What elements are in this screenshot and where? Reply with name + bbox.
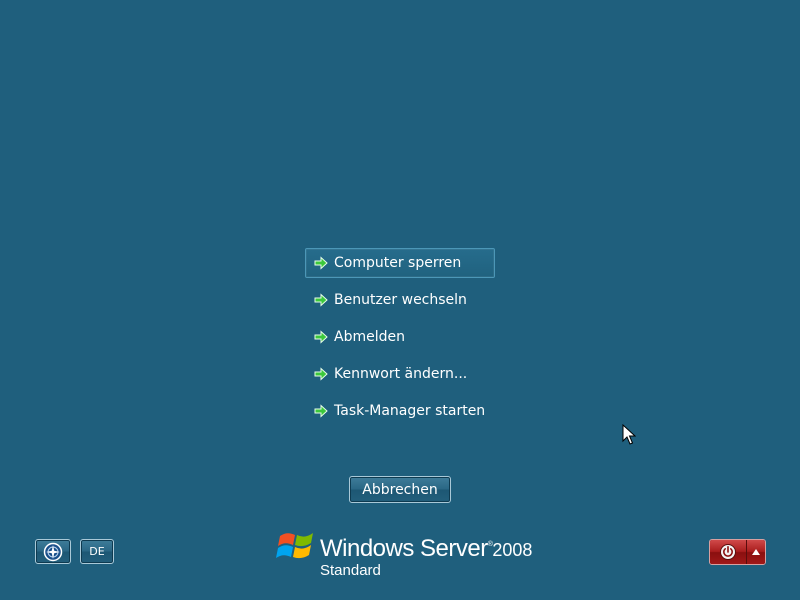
cancel-button[interactable]: Abbrechen — [349, 476, 451, 503]
menu-item-label: Task-Manager starten — [334, 403, 486, 419]
menu-item-label: Computer sperren — [334, 255, 462, 271]
power-button-group — [709, 539, 766, 565]
triangle-up-icon — [752, 549, 760, 555]
mouse-cursor-icon — [622, 424, 636, 445]
input-language-button[interactable]: DE — [80, 539, 114, 564]
green-arrow-icon — [314, 293, 328, 307]
menu-item-log-off[interactable]: Abmelden — [305, 322, 495, 352]
logon-options-menu: Computer sperren Benutzer wechseln Abmel… — [305, 248, 495, 433]
green-arrow-icon — [314, 367, 328, 381]
green-arrow-icon — [314, 256, 328, 270]
ease-of-access-icon — [43, 542, 63, 561]
shutdown-button[interactable] — [710, 540, 747, 564]
power-icon — [720, 544, 736, 560]
ease-of-access-button[interactable] — [35, 539, 71, 564]
product-edition: Standard — [320, 562, 381, 579]
product-name: Windows Server®2008 — [320, 535, 533, 562]
green-arrow-icon — [314, 330, 328, 344]
windows-server-logo: Windows Server®2008 Standard — [276, 526, 532, 582]
menu-item-start-task-manager[interactable]: Task-Manager starten — [305, 396, 495, 426]
menu-item-label: Abmelden — [334, 329, 405, 345]
menu-item-label: Kennwort ändern... — [334, 366, 468, 382]
green-arrow-icon — [314, 404, 328, 418]
menu-item-label: Benutzer wechseln — [334, 292, 467, 308]
shutdown-options-button[interactable] — [747, 540, 765, 564]
menu-item-change-password[interactable]: Kennwort ändern... — [305, 359, 495, 389]
windows-flag-icon — [276, 533, 313, 559]
menu-item-switch-user[interactable]: Benutzer wechseln — [305, 285, 495, 315]
menu-item-lock-computer[interactable]: Computer sperren — [305, 248, 495, 278]
